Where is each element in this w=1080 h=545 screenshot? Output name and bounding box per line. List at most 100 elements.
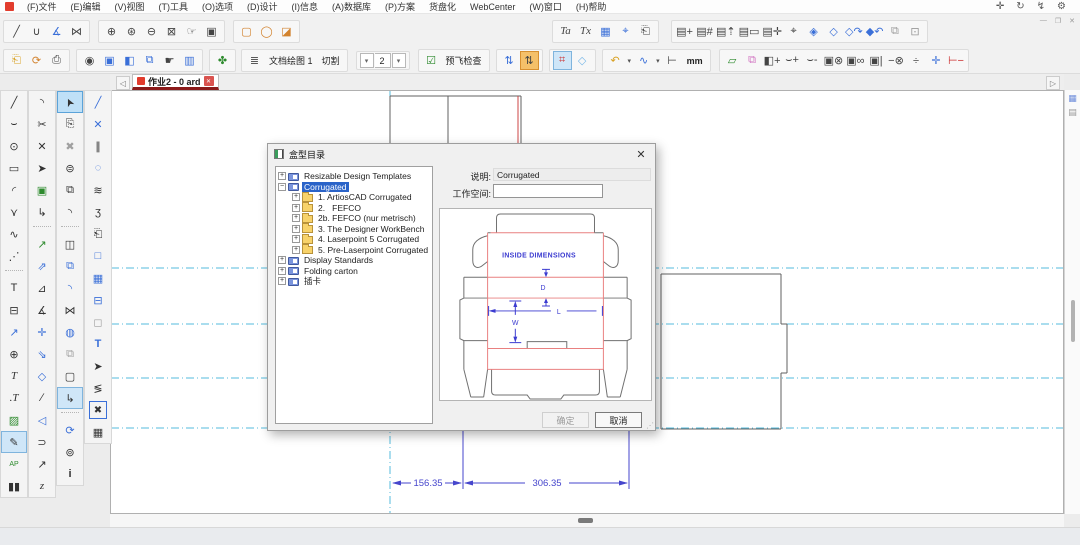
panel-add-icon[interactable]: ◧+ bbox=[763, 51, 782, 70]
horizontal-scrollbar[interactable] bbox=[110, 514, 1064, 527]
squiggle-tool-icon[interactable]: ∿ bbox=[1, 223, 27, 245]
view-options-icon[interactable]: ▣ bbox=[202, 22, 221, 41]
cone-tool-icon[interactable]: ∡ bbox=[47, 22, 66, 41]
tree-expand-icon[interactable]: + bbox=[292, 204, 300, 212]
menu-webcenter[interactable]: WebCenter bbox=[463, 2, 522, 12]
settings-gear-icon[interactable]: ⚙ bbox=[1057, 1, 1066, 12]
database-browser-icon[interactable]: ▥ bbox=[180, 51, 199, 70]
copy-panel-tool-icon[interactable]: ⧉ bbox=[57, 255, 83, 277]
tree-item-corrugated[interactable]: − Corrugated bbox=[278, 182, 430, 193]
board-square-icon[interactable]: ▢ bbox=[237, 22, 256, 41]
horizontal-scroll-thumb[interactable] bbox=[578, 518, 593, 523]
preflight-group[interactable]: ☑ 预飞检查 bbox=[418, 49, 490, 72]
window-grid-icon[interactable]: ▦ bbox=[596, 22, 615, 41]
mirror-tool-icon[interactable]: ⋈ bbox=[57, 299, 83, 321]
text-table-icon[interactable]: Ta bbox=[556, 22, 575, 41]
delete-tool-icon[interactable]: ✖ bbox=[57, 135, 83, 157]
layers-tool-icon[interactable]: ⊜ bbox=[57, 157, 83, 179]
menu-view[interactable]: (V)视图 bbox=[108, 0, 152, 13]
rotate-view-tool-icon[interactable]: ⟳ bbox=[57, 419, 83, 441]
undo-arrow-icon[interactable]: ↶ bbox=[606, 51, 625, 70]
save-icon[interactable]: ⎙ bbox=[47, 51, 66, 70]
tree-item-label[interactable]: 4. Laserpoint 5 Corrugated bbox=[316, 234, 421, 244]
arc-measure-tool-icon[interactable]: ⊃ bbox=[29, 431, 55, 453]
node-edit-tool-icon[interactable]: ▣ bbox=[29, 179, 55, 201]
zigzag-icon[interactable]: ≶ bbox=[85, 377, 111, 399]
edge-snap-icon[interactable]: ⊢− bbox=[946, 51, 965, 70]
drag-tool-icon[interactable]: ⇘ bbox=[29, 343, 55, 365]
tree-item-insert-card[interactable]: + 插卡 bbox=[278, 276, 430, 287]
split-box-icon[interactable]: ⊟ bbox=[85, 289, 111, 311]
zoom-reset-icon[interactable]: ⊛ bbox=[122, 22, 141, 41]
picture-export-icon[interactable]: ▤⇡ bbox=[715, 22, 737, 41]
open-icon[interactable]: ⎗ bbox=[7, 51, 26, 70]
curve-tool-icon[interactable]: ∪ bbox=[27, 22, 46, 41]
copy-design-icon[interactable]: ▣ bbox=[100, 51, 119, 70]
flash-icon[interactable]: ↯ bbox=[1037, 1, 1045, 12]
board-hatch-icon[interactable]: ◪ bbox=[277, 22, 296, 41]
fill-dark-icon[interactable]: ◈ bbox=[804, 22, 823, 41]
select-tool-icon[interactable]: ➤ bbox=[57, 91, 83, 113]
tree-expand-icon[interactable]: + bbox=[292, 246, 300, 254]
contour-caret-icon[interactable]: ▾ bbox=[656, 57, 660, 65]
bridge-add-icon[interactable]: ⌣+ bbox=[783, 51, 802, 70]
picture-add-icon[interactable]: ▤+ bbox=[675, 22, 694, 41]
menu-file[interactable]: (F)文件 bbox=[20, 0, 64, 13]
spinner-right-caret-icon[interactable]: ▾ bbox=[392, 53, 406, 68]
tree-item-label[interactable]: 2. FEFCO bbox=[316, 203, 363, 213]
text-tx-icon[interactable]: Tx bbox=[576, 22, 595, 41]
grid-cells-icon[interactable]: ▦ bbox=[85, 267, 111, 289]
order-blue-icon[interactable]: ⇅ bbox=[500, 51, 519, 70]
flip-left-icon[interactable]: ◆↶ bbox=[865, 22, 885, 41]
spinner-left-caret-icon[interactable]: ▾ bbox=[360, 53, 374, 68]
tree-item-label[interactable]: 1. ArtiosCAD Corrugated bbox=[316, 192, 414, 202]
menu-info[interactable]: (I)信息 bbox=[285, 0, 326, 13]
corner-tool-icon[interactable]: ◝ bbox=[29, 91, 55, 113]
menu-tools[interactable]: (T)工具 bbox=[152, 0, 196, 13]
tree-expand-icon[interactable]: − bbox=[278, 183, 286, 191]
canvas-list-icon[interactable]: ▤ bbox=[1067, 107, 1079, 118]
circle-tool-icon[interactable]: ⊙ bbox=[1, 135, 27, 157]
cut-layer-label[interactable]: 切割 bbox=[318, 54, 344, 67]
path-number-tool-icon[interactable]: z bbox=[29, 475, 55, 497]
move-panel-tool-icon[interactable]: ◫ bbox=[57, 233, 83, 255]
dialog-resize-grip[interactable]: ⋰ bbox=[646, 421, 654, 430]
duplicate-tool-icon[interactable]: ⧉ bbox=[57, 179, 83, 201]
undo-icon[interactable]: ↻ bbox=[1016, 1, 1024, 12]
unit-label[interactable]: mm bbox=[683, 56, 707, 66]
stretch-tool-icon[interactable]: ⇗ bbox=[29, 255, 55, 277]
vertical-scrollbar[interactable]: ▦ ▤ bbox=[1064, 90, 1080, 514]
box-delete-icon[interactable]: ▣⊗ bbox=[823, 51, 845, 70]
squares-back-icon[interactable]: ⊡ bbox=[905, 22, 924, 41]
tree-expand-icon[interactable]: + bbox=[292, 235, 300, 243]
tree-item-fefco[interactable]: + 2. FEFCO bbox=[278, 203, 430, 214]
contour-icon[interactable]: ∿ bbox=[634, 51, 653, 70]
tree-expand-icon[interactable]: + bbox=[292, 193, 300, 201]
tab-close-icon[interactable]: ✕ bbox=[204, 76, 214, 86]
vector-tool-icon[interactable]: ↗ bbox=[29, 233, 55, 255]
frame-select-tool-icon[interactable]: ⎘ bbox=[57, 113, 83, 135]
fillet-tool-icon[interactable]: ◜ bbox=[1, 179, 27, 201]
big-text-icon[interactable]: T bbox=[85, 333, 111, 355]
order-person-icon[interactable]: ⇅ bbox=[520, 51, 539, 70]
hatch-fill-tool-icon[interactable]: ▨ bbox=[1, 409, 27, 431]
viewport-icon[interactable]: □ bbox=[85, 245, 111, 267]
angle-tool-icon[interactable]: ⊿ bbox=[29, 277, 55, 299]
erase-cross-icon[interactable]: ✕ bbox=[85, 113, 111, 135]
solid-arrow-icon[interactable]: ➤ bbox=[85, 355, 111, 377]
menu-help[interactable]: (H)帮助 bbox=[569, 0, 614, 13]
offset-tool-icon[interactable]: ↳ bbox=[29, 201, 55, 223]
cylinder-tool-icon[interactable]: ◍ bbox=[57, 321, 83, 343]
flip-right-icon[interactable]: ◇↷ bbox=[844, 22, 864, 41]
barcode-tool-icon[interactable]: ▮▮ bbox=[1, 475, 27, 497]
tree-expand-icon[interactable]: + bbox=[278, 256, 286, 264]
restore-icon[interactable]: ❐ bbox=[1055, 17, 1061, 25]
table-grid-icon[interactable]: ▦ bbox=[85, 421, 111, 443]
app-icon[interactable] bbox=[5, 2, 14, 11]
tree-expand-icon[interactable]: + bbox=[278, 277, 286, 285]
register-mark-icon[interactable]: ⌖ bbox=[784, 22, 803, 41]
output-icon[interactable]: ◉ bbox=[80, 51, 99, 70]
direction-tool-icon[interactable]: ➤ bbox=[29, 157, 55, 179]
ellipse-tool-icon[interactable]: ⊕ bbox=[1, 343, 27, 365]
tree-item-artioscad[interactable]: + 1. ArtiosCAD Corrugated bbox=[278, 192, 430, 203]
